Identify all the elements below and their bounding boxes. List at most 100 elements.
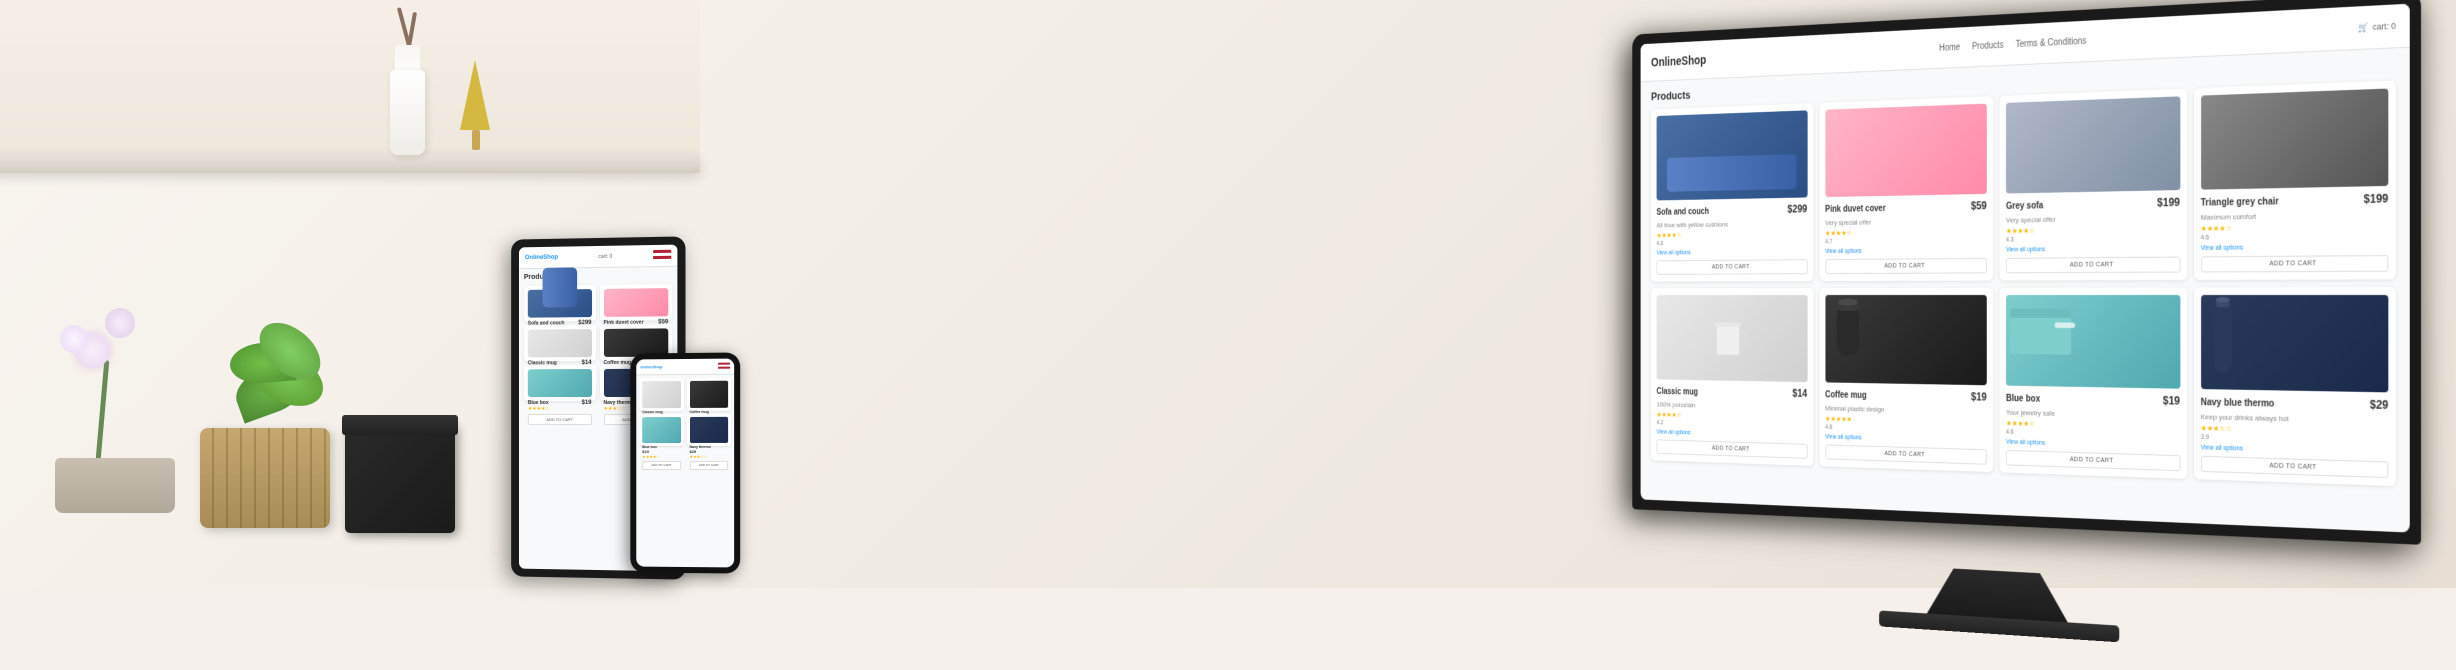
- rating-value: 4.3: [2006, 235, 2180, 243]
- vase-body: [390, 70, 425, 155]
- view-options-link[interactable]: View all options: [1825, 247, 1987, 255]
- storage-box: [345, 423, 455, 533]
- basket-plant: [215, 313, 325, 433]
- tablet-img-duvet: [603, 288, 668, 317]
- rating-value: 4.6: [1657, 239, 1808, 247]
- product-header: Coffee mug $19: [1825, 388, 1987, 406]
- basket: [200, 428, 330, 528]
- nav-item-terms[interactable]: Terms & Conditions: [2016, 36, 2087, 50]
- add-to-cart-button[interactable]: ADD TO CART: [1825, 258, 1987, 274]
- thermo-image: [2201, 295, 2389, 392]
- star-rating: ★★★★☆: [1657, 230, 1808, 240]
- basket-texture: [200, 428, 330, 528]
- shelf: [0, 155, 700, 173]
- view-options-link[interactable]: View all options: [1825, 434, 1987, 445]
- add-to-cart-button[interactable]: ADD TO CART: [1825, 444, 1987, 464]
- monitor-screen: OnlineShop Home Products Terms & Conditi…: [1632, 0, 2421, 545]
- grey-sofa-image: [2006, 96, 2180, 193]
- scene: OnlineShop Home Products Terms & Conditi…: [0, 0, 2456, 588]
- product-desc: Very special offer: [1825, 216, 1987, 226]
- product-header: Grey sofa $199: [2006, 196, 2180, 215]
- add-to-cart-button[interactable]: ADD TO CART: [2006, 257, 2180, 274]
- product-card-triangle: Triangle grey chair $199 Maximum comfort…: [2194, 80, 2396, 280]
- product-image-mug: [1657, 295, 1808, 382]
- tablet-cart: cart: 0: [598, 253, 612, 259]
- add-to-cart-button[interactable]: ADD TO CART: [2201, 456, 2389, 478]
- product-image-blue-box: [2006, 295, 2180, 389]
- view-options-link[interactable]: View all options: [2006, 245, 2180, 253]
- monitor: OnlineShop Home Products Terms & Conditi…: [1632, 0, 2456, 605]
- product-header: Pink duvet cover $59: [1825, 199, 1987, 217]
- tablet-stars: ★★★★☆: [528, 406, 592, 412]
- phone-img-blue-box: [642, 417, 680, 444]
- product-card-thermo: Navy blue thermo $29 Keep your drinks al…: [2194, 287, 2396, 486]
- nav-item-home[interactable]: Home: [1939, 42, 1960, 53]
- product-header: Classic mug $14: [1657, 384, 1808, 402]
- phone-screen: OnlineShop Classic mug $14 ★★★★☆ ADD TO …: [636, 359, 734, 568]
- view-options-link[interactable]: View all options: [2201, 445, 2389, 457]
- tablet-header: OnlineShop cart: 0: [519, 245, 677, 270]
- product-header: Blue box $19: [2006, 391, 2180, 410]
- phone-add-to-cart-button[interactable]: ADD TO CART: [689, 460, 728, 469]
- phone-products-grid: Classic mug $14 ★★★★☆ ADD TO CART Coffee…: [639, 378, 731, 446]
- tablet-img-blue-box: [528, 369, 592, 397]
- phone-product-mug: Classic mug $14 ★★★★☆ ADD TO CART: [639, 378, 683, 411]
- tree-trunk: [472, 130, 480, 150]
- flag-icon: [653, 249, 671, 261]
- rating-value: 4.6: [2201, 233, 2389, 242]
- logo-dark-text: Shop: [1681, 53, 1706, 68]
- cart-icon-wrap[interactable]: 🛒 cart: 0: [2359, 20, 2396, 33]
- product-card-mug: Classic mug $14 100% porcelain ★★★★☆ 4.2…: [1651, 288, 1813, 466]
- blue-box-svg: [2006, 295, 2079, 359]
- mug-svg: [1709, 312, 1752, 364]
- product-name: Sofa and couch: [1657, 207, 1709, 217]
- product-name: Blue box: [2006, 394, 2040, 405]
- product-header: Sofa and couch $299: [1657, 203, 1808, 220]
- phone-img-thermo: [689, 416, 728, 443]
- product-header: Navy blue thermo $29: [2201, 395, 2389, 415]
- product-desc: Your jewelry safe: [2006, 408, 2180, 420]
- product-image-sofa: [1657, 110, 1808, 200]
- phone-device: OnlineShop Classic mug $14 ★★★★☆ ADD TO …: [630, 352, 740, 573]
- blue-box-image: [2006, 295, 2180, 389]
- tablet-img-mug: [528, 329, 592, 357]
- tablet-product-sofa: Sofa and couch $299 ★★★★☆ ADD TO CART: [524, 285, 596, 322]
- product-card-sofa: Sofa and couch $299 All blue with yellow…: [1651, 103, 1813, 281]
- product-price: $19: [2163, 394, 2180, 407]
- view-options-link[interactable]: View all options: [1657, 429, 1808, 439]
- view-options-link[interactable]: View all options: [1657, 249, 1808, 256]
- phone-add-to-cart-button[interactable]: ADD TO CART: [642, 461, 680, 470]
- product-desc: Very special offer: [2006, 213, 2180, 224]
- phone-product-thermo: Navy thermo $29 ★★★☆☆ ADD TO CART: [686, 413, 731, 446]
- product-desc: Maximum comfort: [2201, 210, 2389, 221]
- tablet-add-to-cart-button[interactable]: ADD TO CART: [528, 414, 592, 425]
- products-grid-row1: Sofa and couch $299 All blue with yellow…: [1651, 80, 2396, 281]
- nav-item-products[interactable]: Products: [1972, 40, 2003, 51]
- add-to-cart-button[interactable]: ADD TO CART: [2006, 450, 2180, 471]
- product-desc: All blue with yellow cushions: [1657, 219, 1808, 229]
- cart-count: cart: 0: [2373, 21, 2396, 32]
- phone-header: OnlineShop: [636, 359, 734, 376]
- product-name: Pink duvet cover: [1825, 204, 1886, 215]
- view-options-link[interactable]: View all options: [2201, 243, 2389, 251]
- vase: [380, 40, 435, 155]
- add-to-cart-button[interactable]: ADD TO CART: [2201, 255, 2389, 272]
- orchid-flower: [105, 308, 135, 338]
- phone-product-coffee-mug: Coffee mug $19 ★★★★★ ADD TO CART: [686, 378, 731, 411]
- triangle-image: [2201, 89, 2389, 190]
- product-price: $29: [2370, 398, 2389, 412]
- phone-shop-ui: OnlineShop Classic mug $14 ★★★★☆ ADD TO …: [636, 359, 734, 568]
- product-name: Coffee mug: [1825, 390, 1866, 400]
- phone-content: Classic mug $14 ★★★★☆ ADD TO CART Coffee…: [636, 375, 734, 449]
- tablet-product-blue-box: Blue box $19 ★★★★☆ ADD TO CART: [524, 365, 596, 401]
- product-name: Grey sofa: [2006, 201, 2043, 212]
- add-to-cart-button[interactable]: ADD TO CART: [1657, 439, 1808, 458]
- view-options-link[interactable]: View all options: [2006, 439, 2180, 450]
- rating-value: 4.7: [1825, 237, 1987, 245]
- orchid-pot: [55, 458, 175, 513]
- tablet-product-duvet: Pink duvet cover $59 ★★★★☆ ADD TO CART: [599, 284, 672, 321]
- product-image-duvet: [1825, 104, 1987, 197]
- tablet-logo: OnlineShop: [525, 254, 558, 261]
- add-to-cart-button[interactable]: ADD TO CART: [1657, 259, 1808, 274]
- product-price: $299: [1787, 203, 1807, 216]
